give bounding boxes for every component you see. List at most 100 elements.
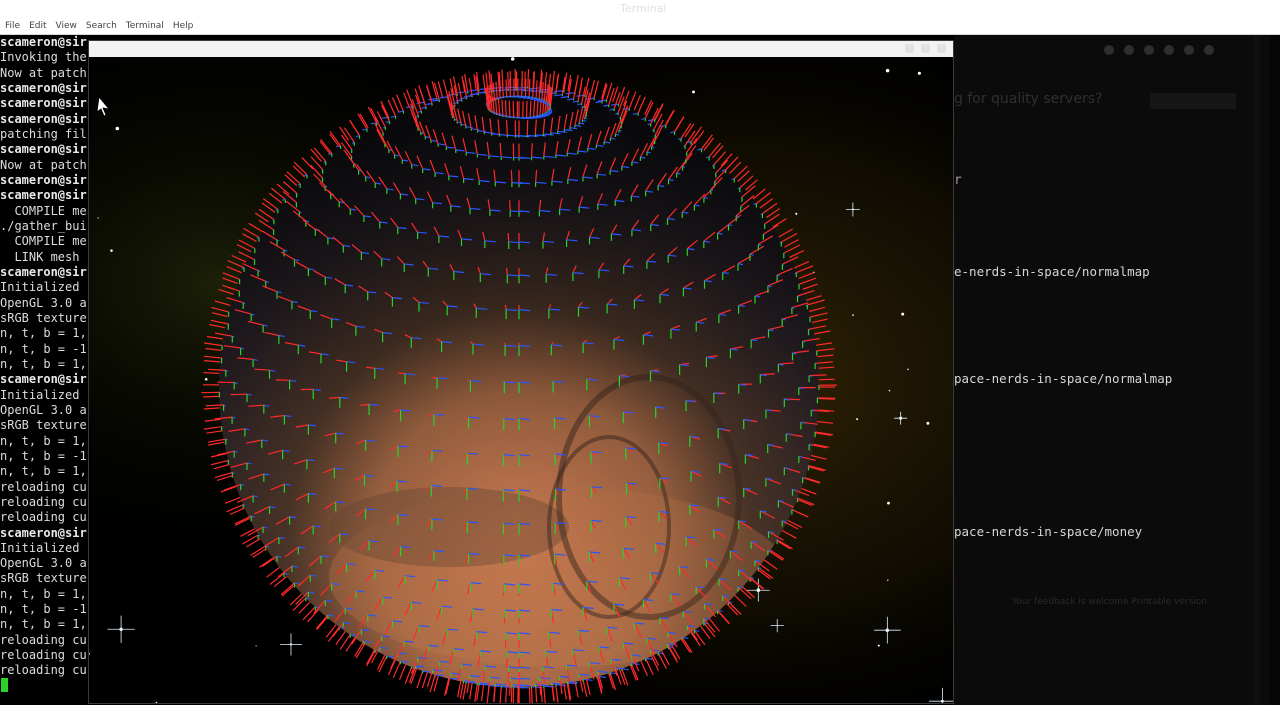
normal-vector <box>510 170 513 183</box>
star <box>692 90 695 94</box>
toolbar-icon <box>1104 45 1114 55</box>
background-scrollbar[interactable] <box>1254 35 1260 705</box>
star <box>115 126 120 131</box>
terminal-line: scameron@sir <box>0 172 87 187</box>
minimize-button[interactable] <box>905 44 914 53</box>
rim-normal-vector <box>528 686 531 703</box>
terminal-line: reloading cu <box>0 494 87 509</box>
star <box>852 314 854 316</box>
menu-view[interactable]: View <box>56 21 77 31</box>
terminal-line: COMPILE me <box>0 203 87 218</box>
star <box>510 57 515 61</box>
screen-edge <box>1270 35 1280 705</box>
background-button[interactable] <box>1150 93 1236 109</box>
normal-vector <box>505 79 508 97</box>
toolbar-icon <box>1204 45 1214 55</box>
normal-vector <box>509 200 511 211</box>
close-button[interactable] <box>937 44 946 53</box>
render-window-titlebar[interactable] <box>89 41 953 57</box>
terminal-line: Initialized <box>0 280 80 295</box>
terminal-line: Now at patch <box>0 157 87 172</box>
terminal-line: scameron@sir <box>0 111 87 126</box>
terminal-line: reloading cu <box>0 663 87 678</box>
background-footer: Your feedback is welcome Printable versi… <box>1012 597 1208 607</box>
star <box>856 418 859 421</box>
normal-vector <box>504 100 507 117</box>
rim-normal-vector <box>505 686 507 703</box>
star <box>885 68 890 73</box>
terminal-line: LINK mesh <box>0 249 80 264</box>
terminal-line: n, t, b = 1, <box>0 617 87 632</box>
path-link-2[interactable]: pace-nerds-in-space/normalmap <box>954 371 1172 386</box>
normal-vector <box>526 120 529 136</box>
terminal-line: COMPILE me <box>0 234 87 249</box>
path-link-3[interactable]: pace-nerds-in-space/money <box>954 524 1142 539</box>
star <box>204 378 208 381</box>
terminal-line: scameron@sir <box>0 35 87 49</box>
terminal-line: scameron@sir <box>0 142 87 157</box>
maximize-button[interactable] <box>921 44 930 53</box>
normal-vector <box>530 686 533 703</box>
menu-search[interactable]: Search <box>86 21 117 31</box>
terminal-line: scameron@sir <box>0 372 87 387</box>
toolbar-icon <box>1184 45 1194 55</box>
rim-normal-vector <box>203 395 220 398</box>
star <box>926 421 930 425</box>
terminal-line: Invoking the <box>0 50 87 65</box>
render-window[interactable] <box>88 40 954 704</box>
toolbar-icon <box>1124 45 1134 55</box>
top-strip: Terminal <box>0 0 1280 18</box>
normal-vector <box>432 376 438 379</box>
bottom-strip <box>0 705 1280 720</box>
terminal-line: Initialized <box>0 387 80 402</box>
star <box>877 644 880 647</box>
menu-terminal[interactable]: Terminal <box>126 21 164 31</box>
normal-vector <box>530 143 533 158</box>
menubar: File Edit View Search Terminal Help <box>0 18 1280 35</box>
terminal-line: patching fil <box>0 126 87 141</box>
background-toolbar <box>1104 45 1214 55</box>
path-link-1[interactable]: e-nerds-in-space/normalmap <box>954 264 1150 279</box>
terminal-line: sRGB texture <box>0 571 87 586</box>
window-title: Terminal <box>620 2 667 15</box>
terminal-line: n, t, b = 1, <box>0 433 87 448</box>
terminal-output[interactable]: scameron@sir Invoking the Now at patch scam… <box>0 35 90 705</box>
terminal-line: OpenGL 3.0 a <box>0 402 87 417</box>
normal-vector <box>398 372 406 375</box>
star <box>887 501 890 505</box>
menu-help[interactable]: Help <box>173 21 194 31</box>
normal-vector <box>510 684 513 703</box>
terminal-line: OpenGL 3.0 a <box>0 295 87 310</box>
terminal-line: n, t, b = 1, <box>0 464 87 479</box>
star <box>907 368 909 371</box>
terminal-line: scameron@sir <box>0 264 87 279</box>
toolbar-icon <box>1164 45 1174 55</box>
terminal-line: reloading cu <box>0 479 87 494</box>
background-window[interactable]: g for quality servers? r e-nerds-in-spac… <box>954 35 1270 705</box>
terminal-cursor <box>1 678 8 692</box>
terminal-line: n, t, b = -1 <box>0 341 87 356</box>
terminal-line: Initialized <box>0 540 80 555</box>
terminal-line: ./gather_bui <box>0 218 87 233</box>
normal-vector <box>529 100 532 117</box>
terminal-line: scameron@sir <box>0 96 87 111</box>
normal-vector <box>809 374 827 377</box>
terminal-line: sRGB texture <box>0 418 87 433</box>
normal-vector <box>328 396 340 399</box>
star <box>917 71 921 75</box>
normal-vector <box>528 79 531 97</box>
normal-vector <box>506 267 508 275</box>
star <box>888 389 891 392</box>
terminal-line: n, t, b = 1, <box>0 586 87 601</box>
terminal-line: n, t, b = -1 <box>0 602 87 617</box>
normal-vector <box>507 232 510 242</box>
normal-vector <box>506 120 508 136</box>
terminal-line: sRGB texture <box>0 310 87 325</box>
terminal-line: reloading cu <box>0 648 87 663</box>
menu-file[interactable]: File <box>5 21 20 31</box>
terminal-line: n, t, b = 1, <box>0 356 87 371</box>
rim-normal-vector <box>203 372 220 374</box>
normal-vector <box>527 69 530 88</box>
terminal-line: Now at patch <box>0 65 87 80</box>
menu-edit[interactable]: Edit <box>29 21 46 31</box>
